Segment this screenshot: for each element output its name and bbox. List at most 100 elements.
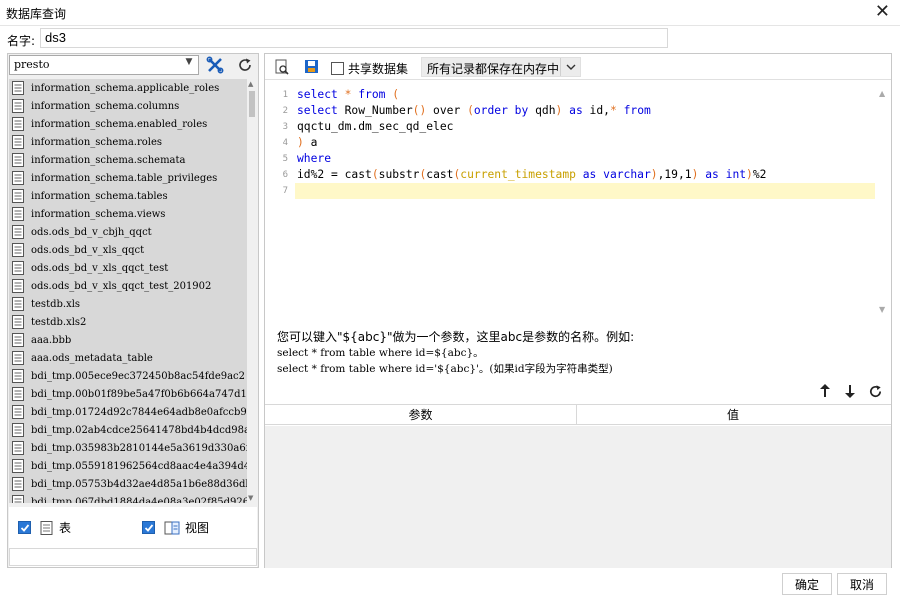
refresh-params-button[interactable]	[867, 382, 883, 400]
table-icon	[12, 423, 24, 437]
table-icon	[12, 477, 24, 491]
name-input[interactable]: ds3	[40, 28, 668, 48]
table-list-item[interactable]: ods.ods_bd_v_xls_qqct_test_201902	[9, 277, 247, 295]
table-list-item[interactable]: bdi_tmp.02ab4cdce25641478bd4b4dcd98a	[9, 421, 247, 439]
table-list-item[interactable]: information_schema.tables	[9, 187, 247, 205]
table-list-item[interactable]: information_schema.applicable_roles	[9, 79, 247, 97]
code-line: ) a	[297, 136, 318, 149]
parameter-table-body[interactable]	[265, 426, 891, 568]
parameter-table[interactable]: 参数 值	[265, 404, 891, 568]
table-icon	[12, 261, 24, 275]
chevron-down-icon[interactable]	[560, 58, 580, 76]
column-header-value[interactable]: 值	[577, 405, 889, 424]
scroll-down-icon[interactable]: ▼	[879, 305, 885, 314]
table-list-item[interactable]: ods.ods_bd_v_xls_qqct_test	[9, 259, 247, 277]
editor-scrollbar[interactable]: ▲ ▼	[875, 87, 891, 316]
table-name: aaa.bbb	[31, 334, 72, 346]
table-list-item[interactable]: bdi_tmp.0559181962564cd8aac4e4a394d4	[9, 457, 247, 475]
code-line: select * from (	[297, 88, 400, 101]
table-icon	[12, 243, 24, 257]
table-list-item[interactable]: aaa.ods_metadata_table	[9, 349, 247, 367]
refresh-icon	[869, 384, 881, 397]
table-name: ods.ods_bd_v_xls_qqct_test_201902	[31, 280, 212, 292]
table-list-item[interactable]: ods.ods_bd_v_cbjh_qqct	[9, 223, 247, 241]
table-icon	[12, 279, 24, 293]
ok-button[interactable]: 确定	[782, 573, 832, 595]
preview-icon[interactable]	[273, 58, 291, 76]
table-list-item[interactable]: bdi_tmp.035983b2810144e5a3619d330a6f	[9, 439, 247, 457]
table-name: bdi_tmp.02ab4cdce25641478bd4b4dcd98a	[31, 424, 247, 436]
query-panel: 共享数据集 所有记录都保存在内存中 1 2 3 4 5 6 7 select * from …	[264, 53, 892, 568]
table-list-item[interactable]: aaa.bbb	[9, 331, 247, 349]
table-icon	[12, 297, 24, 311]
scroll-up-icon[interactable]: ▲	[248, 80, 253, 88]
table-name: information_schema.applicable_roles	[31, 82, 220, 94]
table-icon	[12, 135, 24, 149]
share-dataset-label: 共享数据集	[348, 62, 409, 76]
storage-mode-value: 所有记录都保存在内存中	[427, 62, 560, 76]
table-name: testdb.xls2	[31, 316, 87, 328]
table-icon	[12, 81, 24, 95]
code-line: where	[297, 152, 332, 165]
table-name: information_schema.tables	[31, 190, 168, 202]
checkbox-checked-icon[interactable]	[142, 521, 155, 534]
close-icon[interactable]: ✕	[875, 2, 890, 22]
table-icon	[12, 207, 24, 221]
table-list-item[interactable]: information_schema.views	[9, 205, 247, 223]
table-name: bdi_tmp.035983b2810144e5a3619d330a6f	[31, 442, 247, 454]
query-toolbar: 共享数据集 所有记录都保存在内存中	[265, 54, 891, 80]
show-tables-checkbox[interactable]: 表	[18, 519, 71, 536]
sql-code[interactable]: select * from ( select Row_Number() over…	[295, 87, 875, 316]
checkbox-checked-icon[interactable]	[18, 521, 31, 534]
table-list-item[interactable]: testdb.xls	[9, 295, 247, 313]
refresh-tables-button[interactable]	[233, 54, 257, 76]
table-list-item[interactable]: information_schema.table_privileges	[9, 169, 247, 187]
table-list-item[interactable]: bdi_tmp.05753b4d32ae4d85a1b6e88d36db	[9, 475, 247, 493]
table-icon	[12, 495, 24, 503]
line-number: 7	[282, 186, 288, 196]
table-list-item[interactable]: bdi_tmp.005ece9ec372450b8ac54fde9ac2	[9, 367, 247, 385]
table-name: ods.ods_bd_v_xls_qqct	[31, 244, 145, 256]
table-list-item[interactable]: bdi_tmp.01724d92c7844e64adb8e0afccb9	[9, 403, 247, 421]
table-name: information_schema.roles	[31, 136, 163, 148]
tree-scrollbar[interactable]: ▲ ▼	[247, 79, 257, 503]
connection-select[interactable]: presto ▼	[9, 55, 199, 75]
storage-mode-select[interactable]: 所有记录都保存在内存中	[421, 57, 581, 77]
arrow-down-icon	[845, 385, 855, 398]
cancel-button[interactable]: 取消	[837, 573, 887, 595]
move-down-button[interactable]	[842, 382, 858, 400]
table-name: aaa.ods_metadata_table	[31, 352, 153, 364]
checkbox-unchecked-icon[interactable]	[331, 62, 344, 75]
scroll-up-icon[interactable]: ▲	[879, 89, 885, 98]
move-up-button[interactable]	[817, 382, 833, 400]
table-list-item[interactable]: information_schema.columns	[9, 97, 247, 115]
table-list-item[interactable]: ods.ods_bd_v_xls_qqct	[9, 241, 247, 259]
line-number-gutter: 1 2 3 4 5 6 7	[265, 87, 293, 316]
table-list-item[interactable]: information_schema.enabled_roles	[9, 115, 247, 133]
show-views-checkbox[interactable]: 视图	[142, 519, 209, 536]
table-list-item[interactable]: bdi_tmp.067dbd1884da4e08a3e02f85d926	[9, 493, 247, 503]
table-icon	[12, 405, 24, 419]
table-icon	[12, 117, 24, 131]
sql-editor[interactable]: 1 2 3 4 5 6 7 select * from ( select Row_Numbe…	[265, 87, 891, 316]
connection-value: presto	[14, 58, 50, 71]
table-list-item[interactable]: information_schema.schemata	[9, 151, 247, 169]
save-query-icon[interactable]	[303, 58, 321, 76]
table-list-item[interactable]: bdi_tmp.00b01f89be5a47f0b6b664a747d1	[9, 385, 247, 403]
table-tree[interactable]: information_schema.applicable_rolesinfor…	[9, 79, 257, 503]
title-bar: 数据库查询 ✕	[0, 0, 900, 26]
column-header-param[interactable]: 参数	[265, 405, 577, 424]
table-name: information_schema.views	[31, 208, 166, 220]
scroll-down-icon[interactable]: ▼	[248, 494, 253, 502]
share-dataset-checkbox[interactable]: 共享数据集	[331, 60, 408, 77]
table-name: information_schema.table_privileges	[31, 172, 218, 184]
connection-settings-button[interactable]	[203, 54, 227, 76]
table-list-item[interactable]: information_schema.roles	[9, 133, 247, 151]
table-name: ods.ods_bd_v_xls_qqct_test	[31, 262, 169, 274]
table-search-input[interactable]	[9, 548, 257, 566]
line-number: 6	[282, 170, 288, 180]
parameter-table-header: 参数 值	[265, 405, 891, 425]
scroll-thumb[interactable]	[249, 91, 255, 117]
table-list-item[interactable]: testdb.xls2	[9, 313, 247, 331]
table-icon	[12, 351, 24, 365]
